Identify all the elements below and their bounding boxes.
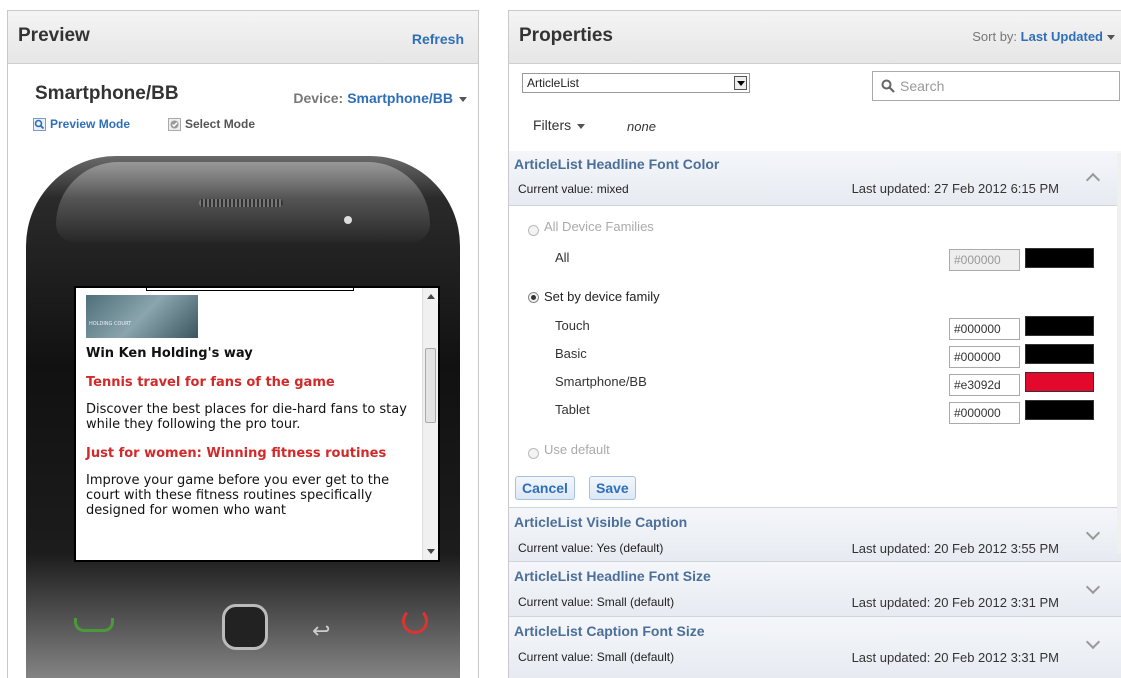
component-select[interactable]: ArticleList: [522, 73, 750, 93]
all-color-swatch[interactable]: [1025, 248, 1094, 268]
select-mode-label: Select Mode: [185, 117, 256, 131]
dropdown-arrow-icon: [734, 76, 747, 90]
property-item-header[interactable]: ArticleList Visible Caption Current valu…: [509, 507, 1121, 562]
family-color-swatch[interactable]: [1025, 316, 1094, 336]
preview-mode-label: Preview Mode: [50, 117, 131, 131]
search-placeholder: Search: [900, 78, 945, 94]
all-hex-field[interactable]: #000000: [949, 249, 1020, 271]
search-input[interactable]: Search: [872, 71, 1120, 101]
power-key-icon: [402, 608, 428, 634]
caret-down-icon: [1107, 35, 1115, 41]
filters-label: Filters: [533, 117, 572, 133]
article-image[interactable]: HOLDING COURT: [86, 295, 198, 338]
sort-by-select[interactable]: Sort by: Last Updated: [972, 29, 1115, 44]
property-title: ArticleList Headline Font Size: [514, 568, 711, 584]
caret-down-icon: [459, 96, 467, 102]
property-item-header[interactable]: ArticleList Headline Font Size Current v…: [509, 562, 1121, 617]
property-current-value: Current value: Yes (default): [518, 541, 664, 555]
refresh-link[interactable]: Refresh: [412, 31, 464, 47]
family-hex-field[interactable]: #000000: [949, 402, 1020, 424]
preview-title: Preview: [18, 25, 90, 46]
property-item-header[interactable]: ArticleList Headline Font Color Current …: [509, 151, 1121, 206]
chevron-down-icon[interactable]: [1085, 579, 1101, 595]
magnifier-icon: [33, 117, 46, 131]
screen-content: HOLDING COURT Win Ken Holding's way Tenn…: [86, 295, 412, 518]
cancel-button[interactable]: Cancel: [515, 476, 575, 500]
phone-device-frame: HOLDING COURT Win Ken Holding's way Tenn…: [26, 156, 460, 678]
properties-title: Properties: [519, 25, 613, 46]
caret-down-icon: [577, 123, 586, 129]
properties-header: Properties Sort by: Last Updated: [509, 11, 1121, 64]
properties-scrollbar[interactable]: [1117, 153, 1121, 553]
radio-by-family[interactable]: [528, 292, 539, 303]
family-label: Smartphone/BB: [555, 374, 647, 389]
article-body: Improve your game before you ever get to…: [86, 473, 390, 518]
property-current-value: Current value: mixed: [518, 182, 629, 196]
properties-panel: Properties Sort by: Last Updated Article…: [508, 10, 1121, 678]
article-title[interactable]: Just for women: Winning fitness routines: [86, 446, 412, 462]
family-hex-field[interactable]: #e3092d: [949, 374, 1020, 396]
family-hex-field[interactable]: #000000: [949, 346, 1020, 368]
search-icon: [881, 79, 895, 93]
device-name: Smartphone/BB: [35, 83, 179, 104]
sort-label: Sort by:: [972, 29, 1018, 44]
property-last-updated: Last updated: 27 Feb 2012 6:15 PM: [851, 181, 1059, 196]
filters-value: none: [627, 119, 656, 134]
property-last-updated: Last updated: 20 Feb 2012 3:55 PM: [851, 541, 1059, 556]
family-color-swatch[interactable]: [1025, 372, 1094, 392]
family-color-swatch[interactable]: [1025, 400, 1094, 420]
property-last-updated: Last updated: 20 Feb 2012 3:31 PM: [851, 650, 1059, 665]
all-families-label: All Device Families: [544, 219, 654, 234]
call-key-icon: [74, 618, 114, 632]
preview-panel: Preview Refresh Smartphone/BB Device: Sma…: [7, 10, 479, 678]
all-label: All: [555, 250, 570, 265]
save-button[interactable]: Save: [589, 476, 636, 500]
chevron-down-icon[interactable]: [1085, 525, 1101, 541]
scroll-thumb[interactable]: [425, 348, 436, 423]
article-body: Discover the best places for die-hard fa…: [86, 402, 407, 432]
family-label: Basic: [555, 346, 587, 361]
property-title: ArticleList Caption Font Size: [514, 623, 705, 639]
article-title[interactable]: Tennis travel for fans of the game: [86, 375, 412, 391]
chevron-down-icon[interactable]: [1085, 634, 1101, 650]
select-icon: [168, 117, 181, 131]
chevron-up-icon[interactable]: [1085, 172, 1101, 188]
family-color-swatch[interactable]: [1025, 344, 1094, 364]
speaker-icon: [199, 199, 283, 207]
use-default-label: Use default: [544, 442, 610, 457]
preview-mode-button[interactable]: Preview Mode: [33, 117, 130, 131]
screen-headline[interactable]: Win Ken Holding's way: [86, 346, 412, 361]
article-image-caption: HOLDING COURT: [89, 321, 132, 327]
component-select-value: ArticleList: [527, 76, 580, 90]
camera-icon: [344, 216, 352, 224]
device-value: Smartphone/BB: [347, 90, 453, 106]
property-title: ArticleList Visible Caption: [514, 514, 688, 530]
select-mode-button[interactable]: Select Mode: [168, 117, 255, 131]
scroll-down-icon[interactable]: [427, 549, 435, 554]
device-select[interactable]: Device: Smartphone/BB: [293, 90, 467, 106]
screen-scrollbar[interactable]: [422, 288, 438, 560]
trackpad-icon: [222, 604, 268, 650]
family-label: Touch: [555, 318, 590, 333]
property-current-value: Current value: Small (default): [518, 595, 675, 609]
filters-dropdown[interactable]: Filters: [533, 117, 586, 133]
phone-keys: ↩: [26, 568, 460, 678]
device-label: Device:: [293, 90, 344, 106]
phone-screen: HOLDING COURT Win Ken Holding's way Tenn…: [74, 286, 440, 562]
family-label: Tablet: [555, 402, 590, 417]
scroll-up-icon[interactable]: [427, 294, 435, 299]
property-title: ArticleList Headline Font Color: [514, 156, 720, 172]
preview-header: Preview Refresh: [8, 11, 478, 64]
family-hex-field[interactable]: #000000: [949, 318, 1020, 340]
radio-all-families[interactable]: [528, 225, 539, 236]
radio-use-default[interactable]: [528, 448, 539, 459]
property-current-value: Current value: Small (default): [518, 650, 675, 664]
property-last-updated: Last updated: 20 Feb 2012 3:31 PM: [851, 595, 1059, 610]
sort-value: Last Updated: [1020, 29, 1103, 44]
screen-top-bar: [146, 288, 354, 291]
back-key-icon: ↩: [312, 618, 331, 643]
by-family-label: Set by device family: [544, 289, 660, 304]
property-item-header[interactable]: ArticleList Caption Font Size Current va…: [509, 617, 1121, 678]
